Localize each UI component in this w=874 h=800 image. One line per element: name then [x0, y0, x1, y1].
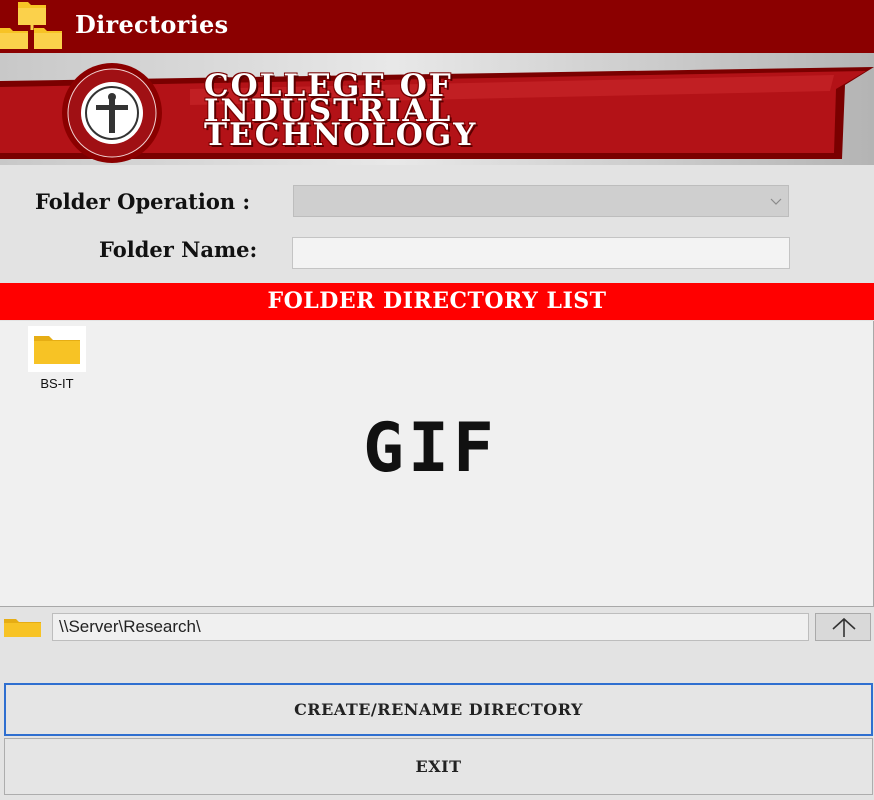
title-bar: Directories — [0, 0, 874, 53]
folder-icon — [34, 336, 80, 364]
college-seal-icon — [62, 63, 162, 163]
folder-operation-select[interactable] — [293, 185, 789, 217]
college-banner: COLLEGE OF INDUSTRIAL TECHNOLOGY — [0, 53, 874, 165]
up-directory-button[interactable] — [815, 613, 871, 641]
folder-name-label: Folder Name: — [99, 237, 258, 262]
folder-tree-icon — [0, 2, 62, 49]
folder-directory-list-header: FOLDER DIRECTORY LIST — [0, 283, 874, 320]
create-rename-directory-button[interactable]: CREATE/RENAME DIRECTORY — [4, 683, 873, 736]
path-input[interactable]: \\Server\Research\ — [52, 613, 809, 641]
chevron-down-icon — [770, 198, 782, 205]
folder-icon — [4, 619, 41, 637]
folder-label: BS-IT — [40, 376, 74, 391]
arrow-up-icon — [832, 617, 856, 637]
list-item[interactable]: BS-IT — [26, 326, 88, 391]
folder-directory-list[interactable]: BS-IT GIF — [0, 321, 874, 607]
folder-name-input[interactable] — [292, 237, 790, 269]
gif-overlay-text: GIF — [363, 409, 498, 488]
window-title: Directories — [75, 10, 229, 39]
banner-line-3: TECHNOLOGY — [204, 117, 478, 153]
folder-operation-label: Folder Operation : — [35, 189, 251, 214]
folder-tile — [28, 326, 86, 372]
exit-button[interactable]: EXIT — [4, 738, 873, 795]
